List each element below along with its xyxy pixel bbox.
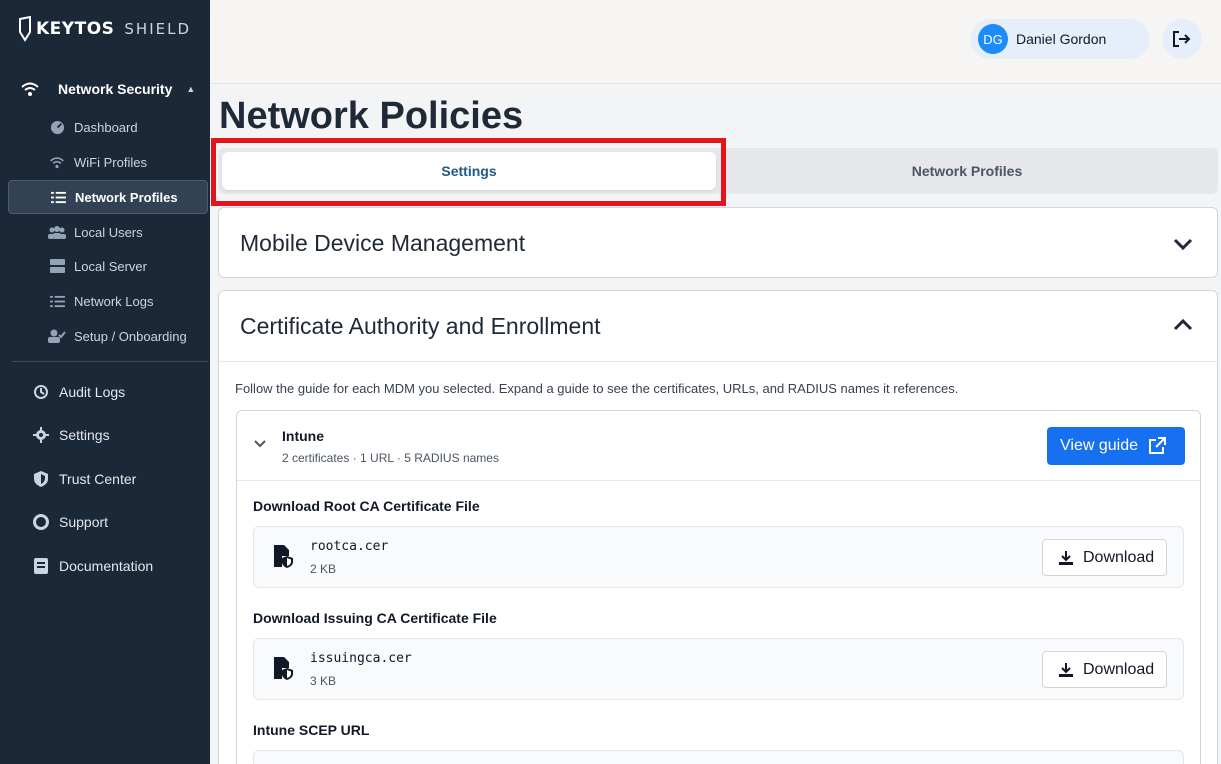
sidebar-item-label: Setup / Onboarding [74,328,187,344]
sidebar-item-support[interactable]: Support [0,505,210,539]
download-label: Download [1083,660,1155,678]
certificate-file-icon [274,657,293,680]
file-size: 3 KB [310,674,337,688]
mdm-section-title: Mobile Device Management [240,230,526,256]
sidebar-group-label: Network Security [58,81,173,97]
book-icon [32,557,50,575]
logout-button[interactable] [1162,19,1202,59]
download-icon [1059,662,1073,677]
sidebar-item-setup-onboarding[interactable]: Setup / Onboarding [8,319,208,353]
avatar: DG [978,24,1008,54]
user-name: Daniel Gordon [1016,31,1107,47]
sidebar-item-network-logs[interactable]: Network Logs [8,284,208,318]
intune-summary: 2 certificates · 1 URL · 5 RADIUS names [282,451,499,465]
users-icon [48,223,66,241]
network-security-group: Network Security ▲ [0,72,210,106]
list-icon [48,292,66,310]
download-icon [1059,550,1073,565]
root-ca-title: Download Root CA Certificate File [253,498,480,514]
sidebar-item-label: Network Logs [74,293,154,309]
external-link-icon [1148,437,1166,454]
brand-name: KEYTOS [36,19,115,39]
sidebar-item-local-users[interactable]: Local Users [8,215,208,249]
tab-network-profiles[interactable]: Network Profiles [720,152,1214,190]
intune-title: Intune [282,428,324,444]
sidebar-item-label: Audit Logs [59,384,126,400]
page-title: Network Policies [219,95,524,137]
intune-header[interactable]: Intune 2 certificates · 1 URL · 5 RADIUS… [237,411,1200,481]
sidebar-item-local-server[interactable]: Local Server [8,249,208,283]
certificate-file-icon [274,545,293,568]
sidebar-item-label: Dashboard [74,119,138,135]
sidebar-item-dashboard[interactable]: Dashboard [8,110,208,144]
view-guide-button[interactable]: View guide [1047,427,1185,465]
wifi-icon [48,153,66,171]
mdm-section[interactable]: Mobile Device Management [218,207,1218,278]
download-issuing-ca-button[interactable]: Download [1042,651,1167,688]
download-root-ca-button[interactable]: Download [1042,539,1167,576]
chevron-down-icon [254,440,266,448]
caret-up-icon: ▲ [186,84,196,94]
sidebar-item-label: Support [59,514,109,530]
lifebuoy-icon [32,513,50,531]
file-name: rootca.cer [310,539,389,554]
download-label: Download [1083,548,1155,566]
shield-logo-icon [19,16,31,42]
brand-logo[interactable]: KEYTOS SHIELD [18,16,191,42]
sidebar-item-label: Settings [59,427,110,443]
logout-icon [1173,31,1191,47]
sidebar-item-network-profiles[interactable]: Network Profiles [8,180,208,214]
sidebar-item-label: WiFi Profiles [74,154,147,170]
sidebar-item-label: Trust Center [59,471,137,487]
sidebar-group-network-security[interactable]: Network Security ▲ [0,72,210,106]
sidebar-item-documentation[interactable]: Documentation [0,549,210,583]
help-text: Follow the guide for each MDM you select… [235,381,959,396]
user-menu[interactable]: DG Daniel Gordon [970,19,1150,59]
sidebar-item-wifi-profiles[interactable]: WiFi Profiles [8,145,208,179]
chevron-down-icon [1173,238,1193,251]
sidebar-item-settings[interactable]: Settings [0,418,210,452]
list-icon [49,188,67,206]
chevron-up-icon[interactable] [1171,313,1195,337]
server-icon [48,257,66,275]
scep-url-box [253,750,1184,764]
issuing-ca-file: issuingca.cer 3 KB Download [253,638,1184,700]
brand-product: SHIELD [124,20,191,38]
file-name: issuingca.cer [310,651,412,666]
highlight-box [211,138,726,206]
dashboard-icon [48,118,66,136]
gear-icon [32,426,50,444]
sidebar-item-audit-logs[interactable]: Audit Logs [0,375,210,409]
user-check-icon [48,327,66,345]
shield-icon [32,470,50,488]
sidebar-item-label: Local Server [74,258,147,274]
file-size: 2 KB [310,562,337,576]
sidebar-item-label: Documentation [59,558,154,574]
ca-section-title: Certificate Authority and Enrollment [240,313,601,339]
sidebar-item-label: Local Users [74,224,143,240]
view-guide-label: View guide [1060,437,1138,454]
history-icon [32,383,50,401]
section-divider [219,361,1217,362]
sidebar-item-trust-center[interactable]: Trust Center [0,462,210,496]
issuing-ca-title: Download Issuing CA Certificate File [253,610,497,626]
root-ca-file: rootca.cer 2 KB Download [253,526,1184,588]
scep-url-title: Intune SCEP URL [253,722,370,738]
sidebar-item-label: Network Profiles [75,189,178,205]
sidebar-divider [12,361,208,362]
wifi-icon [20,79,40,99]
sidebar: KEYTOS SHIELD Network Security ▲ Dashboa… [0,0,210,764]
